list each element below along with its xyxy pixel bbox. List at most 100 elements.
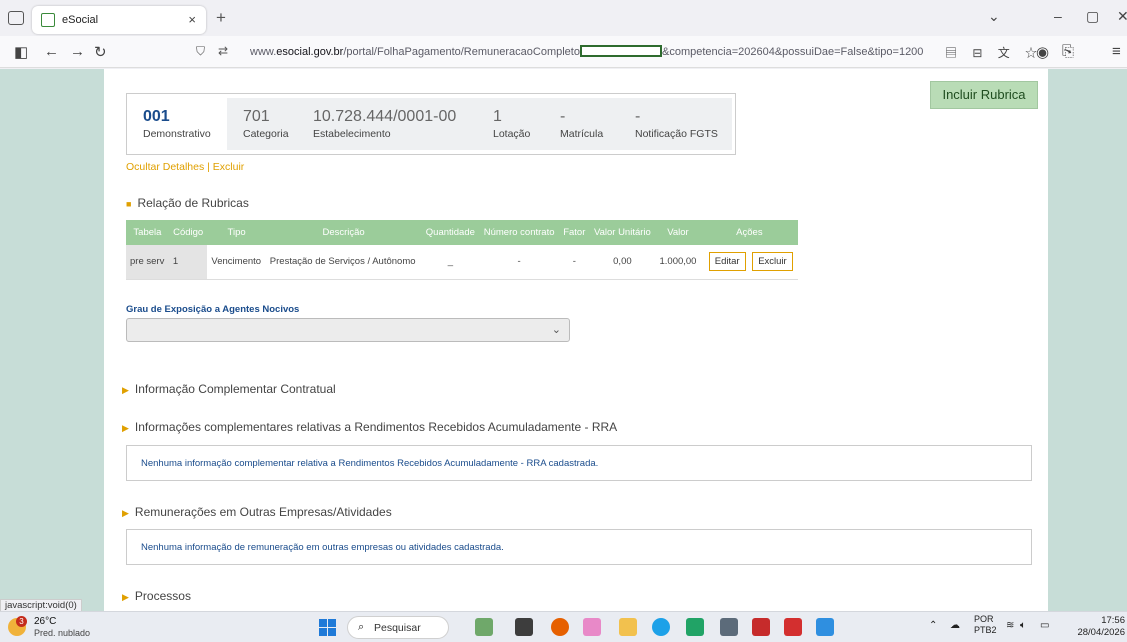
col-quantidade: Quantidade [421, 220, 480, 245]
section-bullet-icon: ■ [126, 199, 132, 209]
expand-arrow-icon: ▶ [122, 385, 129, 395]
browser-navbar: ◧ ← → ↻ ⛉ ⇄ www.esocial.gov.br/portal/Fo… [0, 36, 1127, 68]
clock-date: 28/04/2026 [1077, 627, 1125, 638]
cell-valor: 1.000,00 [655, 245, 701, 280]
url-text[interactable]: www.esocial.gov.br/portal/FolhaPagamento… [250, 45, 923, 58]
weather-condition: Pred. nublado [34, 628, 91, 638]
detalhes-links: Ocultar Detalhes | Excluir [126, 161, 244, 173]
editar-button[interactable]: Editar [708, 252, 746, 272]
firefox-icon[interactable] [551, 618, 569, 636]
new-tab-button[interactable]: + [216, 8, 226, 28]
volume-icon[interactable]: 🔈︎ [1020, 620, 1026, 631]
cell-valor-unitario: 0,00 [589, 245, 656, 280]
sidebar-toggle-icon[interactable]: ◧ [14, 43, 28, 61]
table-row: pre serv 1 Vencimento Prestação de Servi… [126, 245, 798, 280]
col-tipo: Tipo [207, 220, 266, 245]
outlook-icon[interactable] [816, 618, 834, 636]
excel-icon[interactable] [686, 618, 704, 636]
taskbar-search-input[interactable]: ⌕ Pesquisar [347, 616, 449, 639]
excluir-button[interactable]: Excluir [752, 252, 793, 272]
expand-arrow-icon: ▶ [122, 592, 129, 602]
permissions-icon[interactable]: ⇄ [218, 44, 228, 58]
calculator-icon[interactable] [720, 618, 738, 636]
mcafee-icon[interactable] [752, 618, 770, 636]
edge-icon[interactable] [652, 618, 670, 636]
battery-icon[interactable]: ▭ [1040, 620, 1049, 631]
taskbar-clock[interactable]: 17:56 28/04/2026 [1077, 615, 1125, 639]
demonstrativo-summary: 001 Demonstrativo 701 Categoria 10.728.4… [126, 93, 736, 155]
cell-acoes: Editar Excluir [700, 245, 798, 280]
extensions-icon[interactable]: ⎘ [1062, 43, 1074, 60]
page-viewport: Incluir Rubrica 001 Demonstrativo 701 Ca… [0, 69, 1127, 611]
windows-taskbar: 3 26°C Pred. nublado ⌕ Pesquisar ⌃ ☁ POR… [0, 611, 1127, 642]
rra-empty-box: Nenhuma informação complementar relativa… [126, 445, 1032, 481]
chevron-down-icon: ⌄ [551, 324, 561, 336]
cell-codigo: 1 [168, 245, 208, 280]
rra-empty-message: Nenhuma informação complementar relativa… [141, 458, 599, 469]
link-separator: | [207, 161, 210, 173]
tracking-shield-icon[interactable]: ⛉ [196, 44, 205, 59]
col-valor-unitario: Valor Unitário [589, 220, 656, 245]
main-content: Incluir Rubrica 001 Demonstrativo 701 Ca… [104, 69, 1048, 611]
info-complementar-contratual-toggle[interactable]: ▶ Informação Complementar Contratual [122, 382, 336, 396]
active-app-icon[interactable] [583, 618, 601, 636]
tray-chevron-up-icon[interactable]: ⌃ [929, 620, 937, 631]
incluir-rubrica-button[interactable]: Incluir Rubrica [930, 81, 1038, 109]
col-codigo: Código [168, 220, 208, 245]
tab-overflow-chevron-icon[interactable]: ⌄ [988, 8, 1000, 25]
outras-empresas-empty-box: Nenhuma informação de remuneração em out… [126, 529, 1032, 565]
address-bar[interactable]: ⛉ ⇄ www.esocial.gov.br/portal/FolhaPagam… [190, 40, 1037, 64]
relacao-rubricas-heading: ■ Relação de Rubricas [126, 196, 249, 210]
cell-tipo: Vencimento [207, 245, 266, 280]
tab-title: eSocial [62, 14, 99, 26]
taskview-icon[interactable] [515, 618, 533, 636]
reload-icon[interactable]: ↻ [94, 43, 107, 61]
language-indicator[interactable]: POR PTB2 [974, 614, 997, 636]
expand-arrow-icon: ▶ [122, 423, 129, 433]
notification-badge: 3 [16, 616, 27, 627]
processos-toggle[interactable]: ▶ Processos [122, 589, 191, 603]
col-valor: Valor [655, 220, 701, 245]
col-tabela: Tabela [126, 220, 169, 245]
window-close-button[interactable]: ✕ [1117, 8, 1127, 25]
copilot-app-icon[interactable] [475, 618, 493, 636]
col-numero-contrato: Número contrato [479, 220, 559, 245]
cell-fator: - [559, 245, 590, 280]
browser-tab-strip: eSocial × + ⌄ – ▢ ✕ [0, 0, 1127, 36]
info-rra-toggle[interactable]: ▶ Informações complementares relativas a … [122, 420, 617, 434]
cell-descricao: Prestação de Serviços / Autônomo [265, 245, 422, 280]
col-fator: Fator [559, 220, 590, 245]
excluir-demonstrativo-link[interactable]: Excluir [213, 161, 245, 173]
remuneracoes-outras-empresas-toggle[interactable]: ▶ Remunerações em Outras Empresas/Ativida… [122, 505, 392, 519]
clock-time: 17:56 [1101, 615, 1125, 626]
back-arrow-icon[interactable]: ← [44, 43, 59, 60]
grau-exposicao-select[interactable]: ⌄ [126, 318, 570, 342]
cell-quantidade: _ [421, 245, 480, 280]
window-minimize-button[interactable]: – [1054, 8, 1062, 24]
account-icon[interactable]: ◉ [1036, 43, 1049, 61]
col-descricao: Descrição [265, 220, 422, 245]
grau-exposicao-label: Grau de Exposição a Agentes Nocivos [126, 304, 300, 315]
acrobat-icon[interactable] [784, 618, 802, 636]
tab-list-icon[interactable] [8, 11, 24, 25]
search-icon: ⌕ [358, 621, 365, 633]
url-action-icons[interactable]: ▤ ⊟ 文 ☆ [945, 44, 1043, 61]
browser-tab-esocial[interactable]: eSocial × [32, 6, 206, 34]
file-explorer-icon[interactable] [619, 618, 637, 636]
search-placeholder: Pesquisar [374, 622, 421, 634]
table-header-row: Tabela Código Tipo Descrição Quantidade … [126, 220, 798, 245]
rubricas-table: Tabela Código Tipo Descrição Quantidade … [126, 220, 798, 280]
cell-numero-contrato: - [479, 245, 559, 280]
tab-close-icon[interactable]: × [188, 12, 196, 27]
redacted-url-segment [579, 45, 662, 57]
summary-details-panel [227, 98, 732, 150]
cell-tabela: pre serv [126, 245, 169, 280]
menu-icon[interactable]: ≡ [1112, 43, 1121, 60]
window-maximize-button[interactable]: ▢ [1086, 8, 1099, 25]
ocultar-detalhes-link[interactable]: Ocultar Detalhes [126, 161, 204, 173]
windows-start-icon[interactable] [319, 619, 336, 636]
cloud-sync-icon[interactable]: ☁ [950, 620, 960, 631]
forward-arrow-icon[interactable]: → [70, 43, 85, 60]
wifi-icon[interactable]: ≋ [1006, 620, 1014, 631]
esocial-favicon-icon [41, 13, 55, 27]
